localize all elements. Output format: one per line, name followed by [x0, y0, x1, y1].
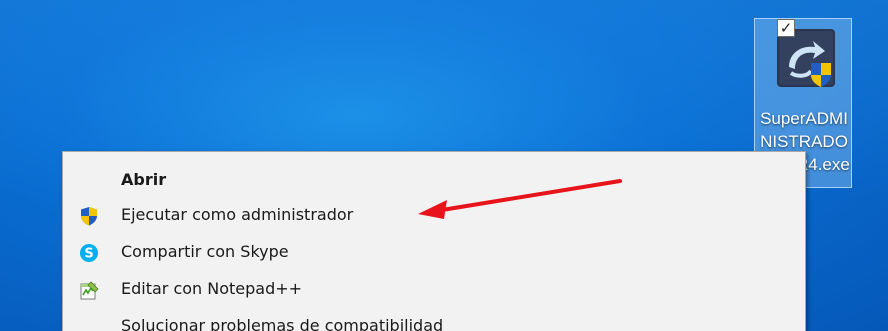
- menu-item-abrir[interactable]: Abrir: [63, 163, 805, 199]
- menu-item-troubleshoot-compat[interactable]: Solucionar problemas de compatibilidad: [63, 309, 805, 331]
- menu-item-edit-notepadpp[interactable]: Editar con Notepad++: [63, 272, 805, 308]
- menu-item-label: Editar con Notepad++: [121, 279, 303, 298]
- menu-item-share-skype[interactable]: S Compartir con Skype: [63, 235, 805, 271]
- menu-item-label: Compartir con Skype: [121, 242, 289, 261]
- selection-checkbox[interactable]: ✓: [777, 19, 795, 37]
- svg-text:S: S: [84, 247, 93, 262]
- menu-item-label: Solucionar problemas de compatibilidad: [121, 316, 444, 331]
- uac-shield-icon: [81, 207, 97, 226]
- menu-item-label: Ejecutar como administrador: [121, 205, 354, 224]
- menu-item-run-as-admin[interactable]: Ejecutar como administrador: [63, 198, 805, 234]
- context-menu: Abrir Ejecutar como administrador S Comp…: [62, 151, 806, 331]
- menu-item-label: Abrir: [121, 170, 167, 189]
- notepad-plus-plus-icon: [80, 281, 99, 300]
- skype-icon: S: [80, 244, 98, 262]
